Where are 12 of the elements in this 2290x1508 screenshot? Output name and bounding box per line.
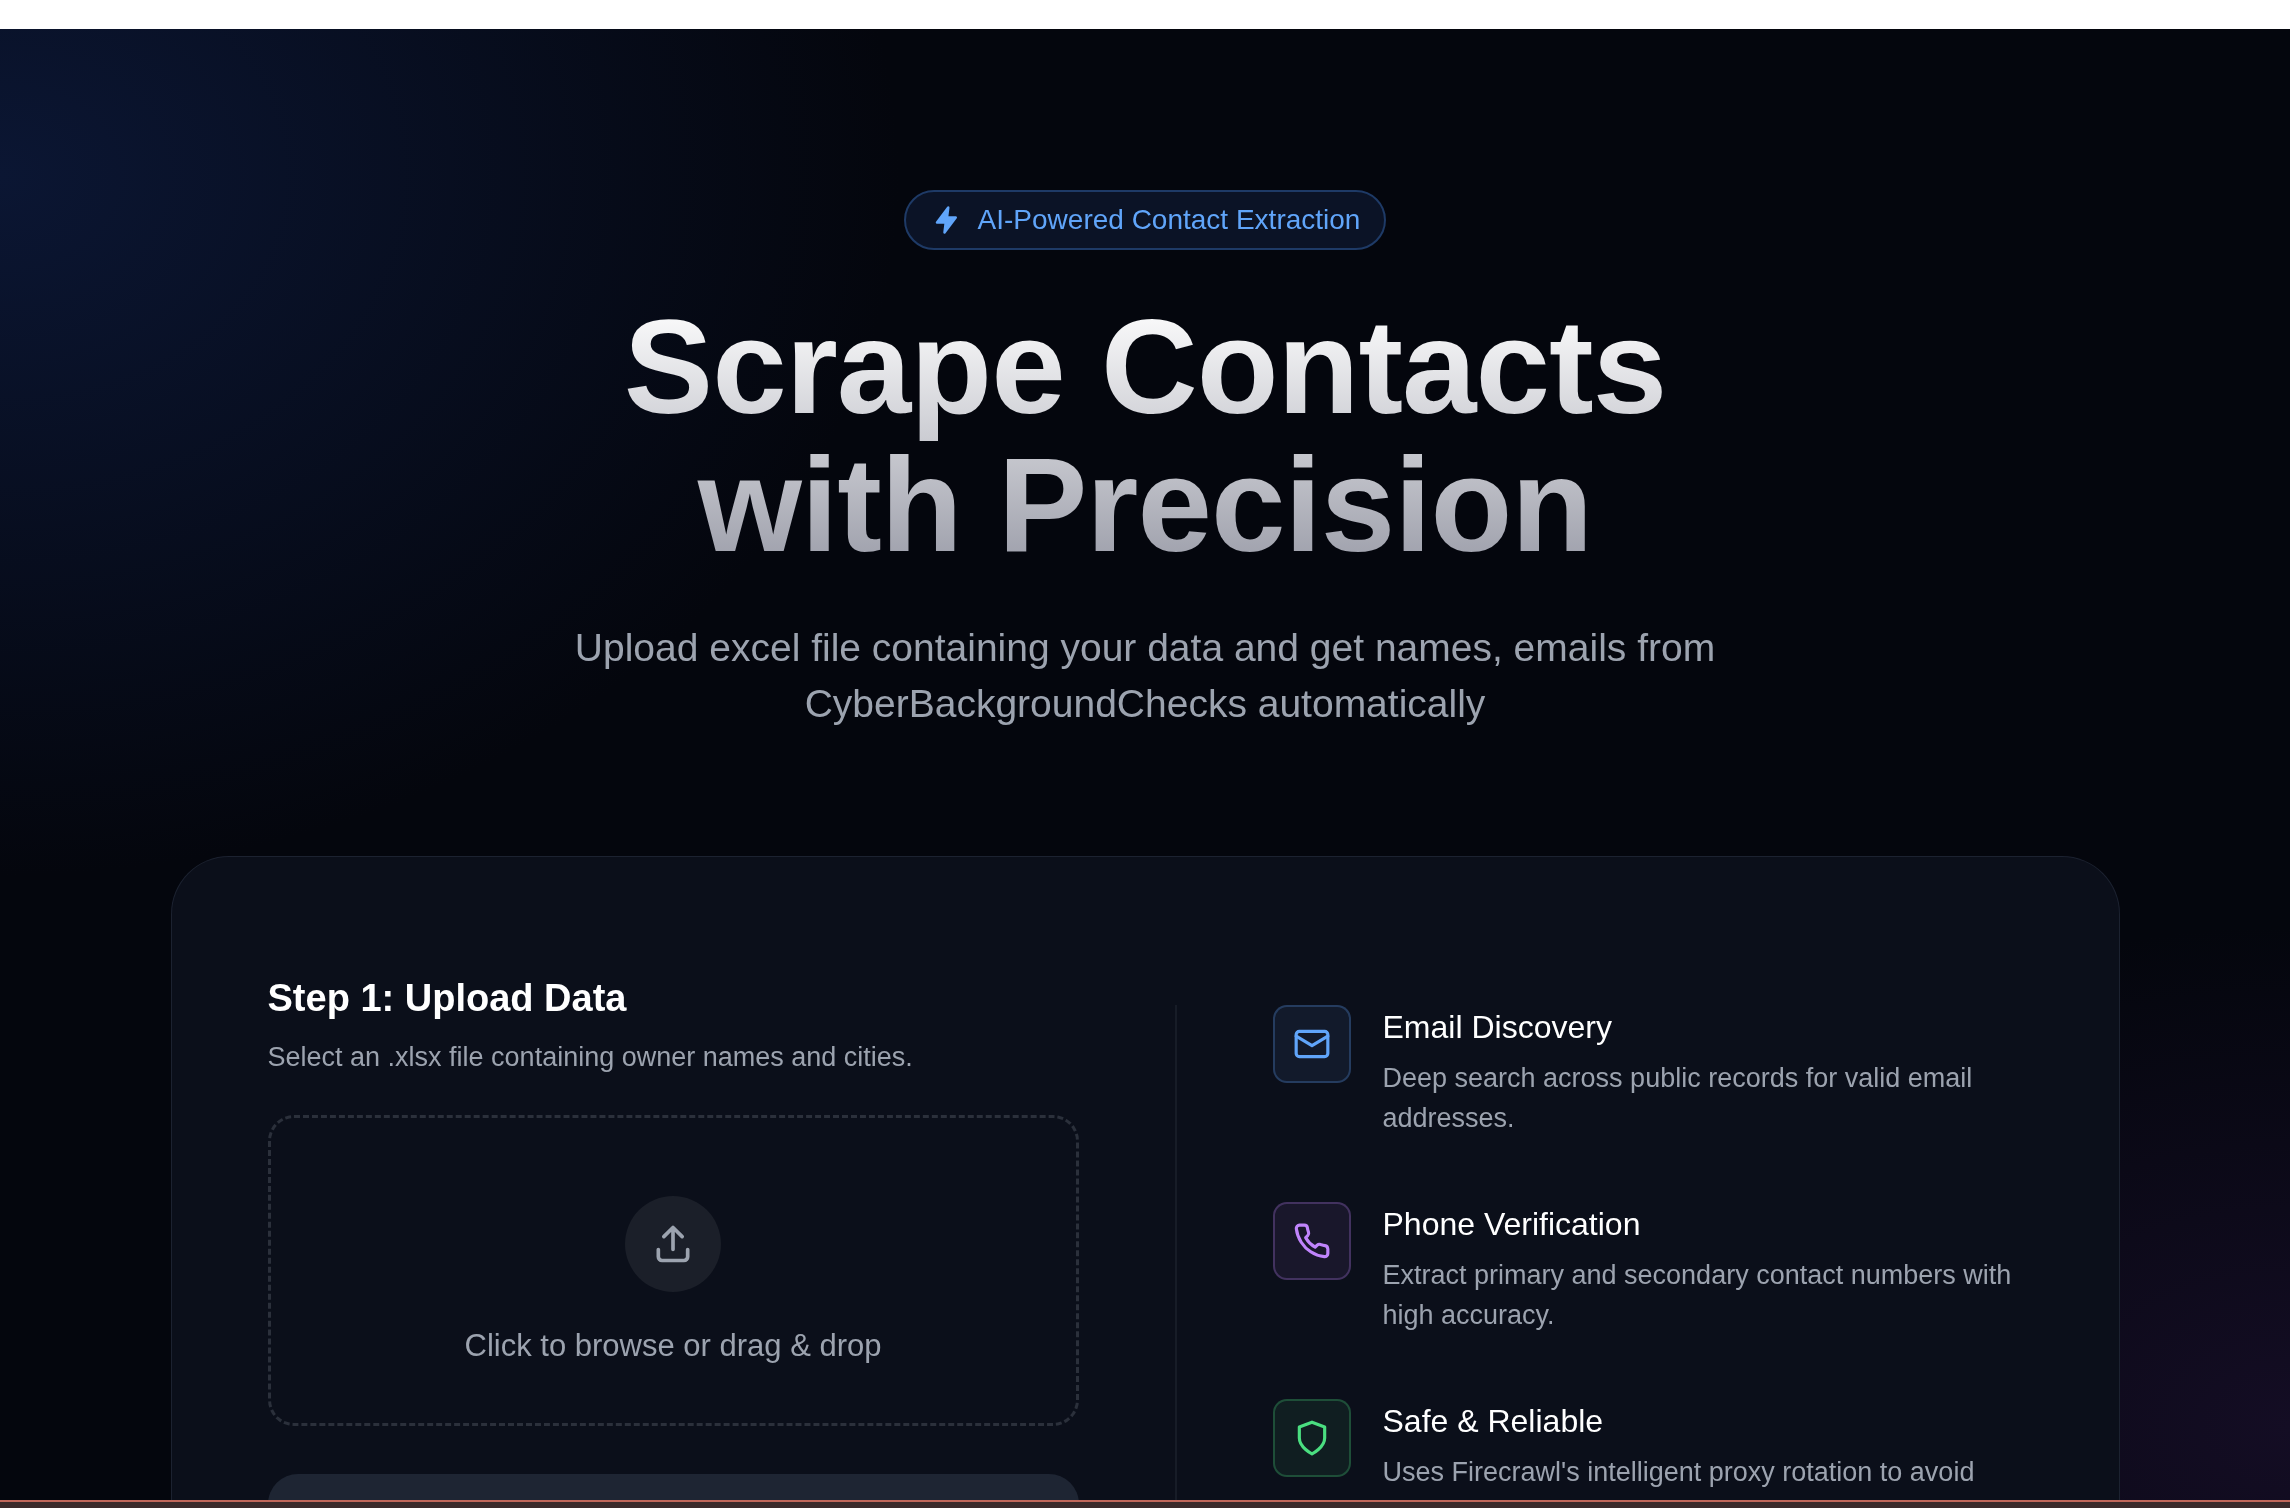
feature-title: Phone Verification <box>1382 1206 1642 1243</box>
badge-text: AI-Powered Contact Extraction <box>977 204 1361 236</box>
feature-description: Extract primary and secondary contact numbers with high accuracy. <box>1382 1259 2013 1332</box>
feature-description: Deep search across public records for valid email addresses. <box>1382 1062 1974 1135</box>
step-title: Step 1: Upload Data <box>267 977 628 1020</box>
hero-subtitle: Upload excel file containing your data and get names, emails from CyberBackgroundChecks automatically <box>573 625 1717 727</box>
step-description: Select an .xlsx file containing owner names and cities. <box>267 1042 914 1073</box>
feature-title: Safe & Reliable <box>1382 1403 1605 1440</box>
feature-title: Email Discovery <box>1382 1009 1613 1046</box>
file-dropzone[interactable]: Click to browse or drag & drop <box>267 1115 1079 1426</box>
feature-description: Uses Firecrawl's intelligent proxy rotation to avoid <box>1382 1456 1976 1489</box>
dropzone-text: Click to browse or drag & drop <box>464 1327 882 1364</box>
